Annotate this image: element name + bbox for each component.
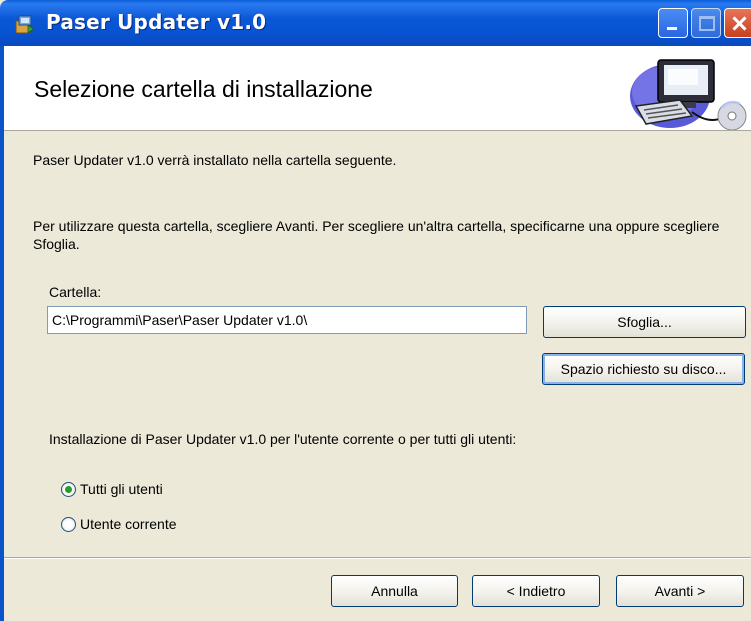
cancel-button[interactable]: Annulla [331,575,458,607]
page-title: Selezione cartella di installazione [34,76,373,102]
install-scope-label: Installazione di Paser Updater v1.0 per … [49,431,517,447]
radio-button-selected[interactable] [61,481,76,497]
radio-current-user[interactable]: Utente corrente [61,514,177,534]
back-button[interactable]: < Indietro [472,575,600,607]
header-banner: Selezione cartella di installazione [4,46,751,131]
instructions-text: Per utilizzare questa cartella, sceglier… [33,218,720,252]
folder-label: Cartella: [49,284,102,300]
radio-all-users[interactable]: Tutti gli utenti [61,479,163,499]
radio-label-current-user: Utente corrente [80,516,177,532]
radio-button[interactable] [61,516,76,532]
radio-label-all-users: Tutti gli utenti [80,481,163,497]
intro-text: Paser Updater v1.0 verrà installato nell… [33,152,397,168]
next-button[interactable]: Avanti > [616,575,744,607]
footer-separator [4,557,751,559]
window-title: Paser Updater v1.0 [46,10,267,34]
installer-icon [15,15,35,34]
computer-cd-icon [630,59,747,130]
window-frame [0,46,4,621]
minimize-button[interactable] [658,8,688,38]
title-bar[interactable]: Paser Updater v1.0 [0,0,751,46]
disk-space-button[interactable]: Spazio richiesto su disco... [542,353,745,385]
maximize-button [691,8,721,38]
close-button[interactable] [724,8,751,38]
folder-path-input[interactable] [47,306,527,334]
installer-window: Paser Updater v1.0 Selezione cartella di… [0,0,751,621]
browse-button[interactable]: Sfoglia... [543,306,746,338]
